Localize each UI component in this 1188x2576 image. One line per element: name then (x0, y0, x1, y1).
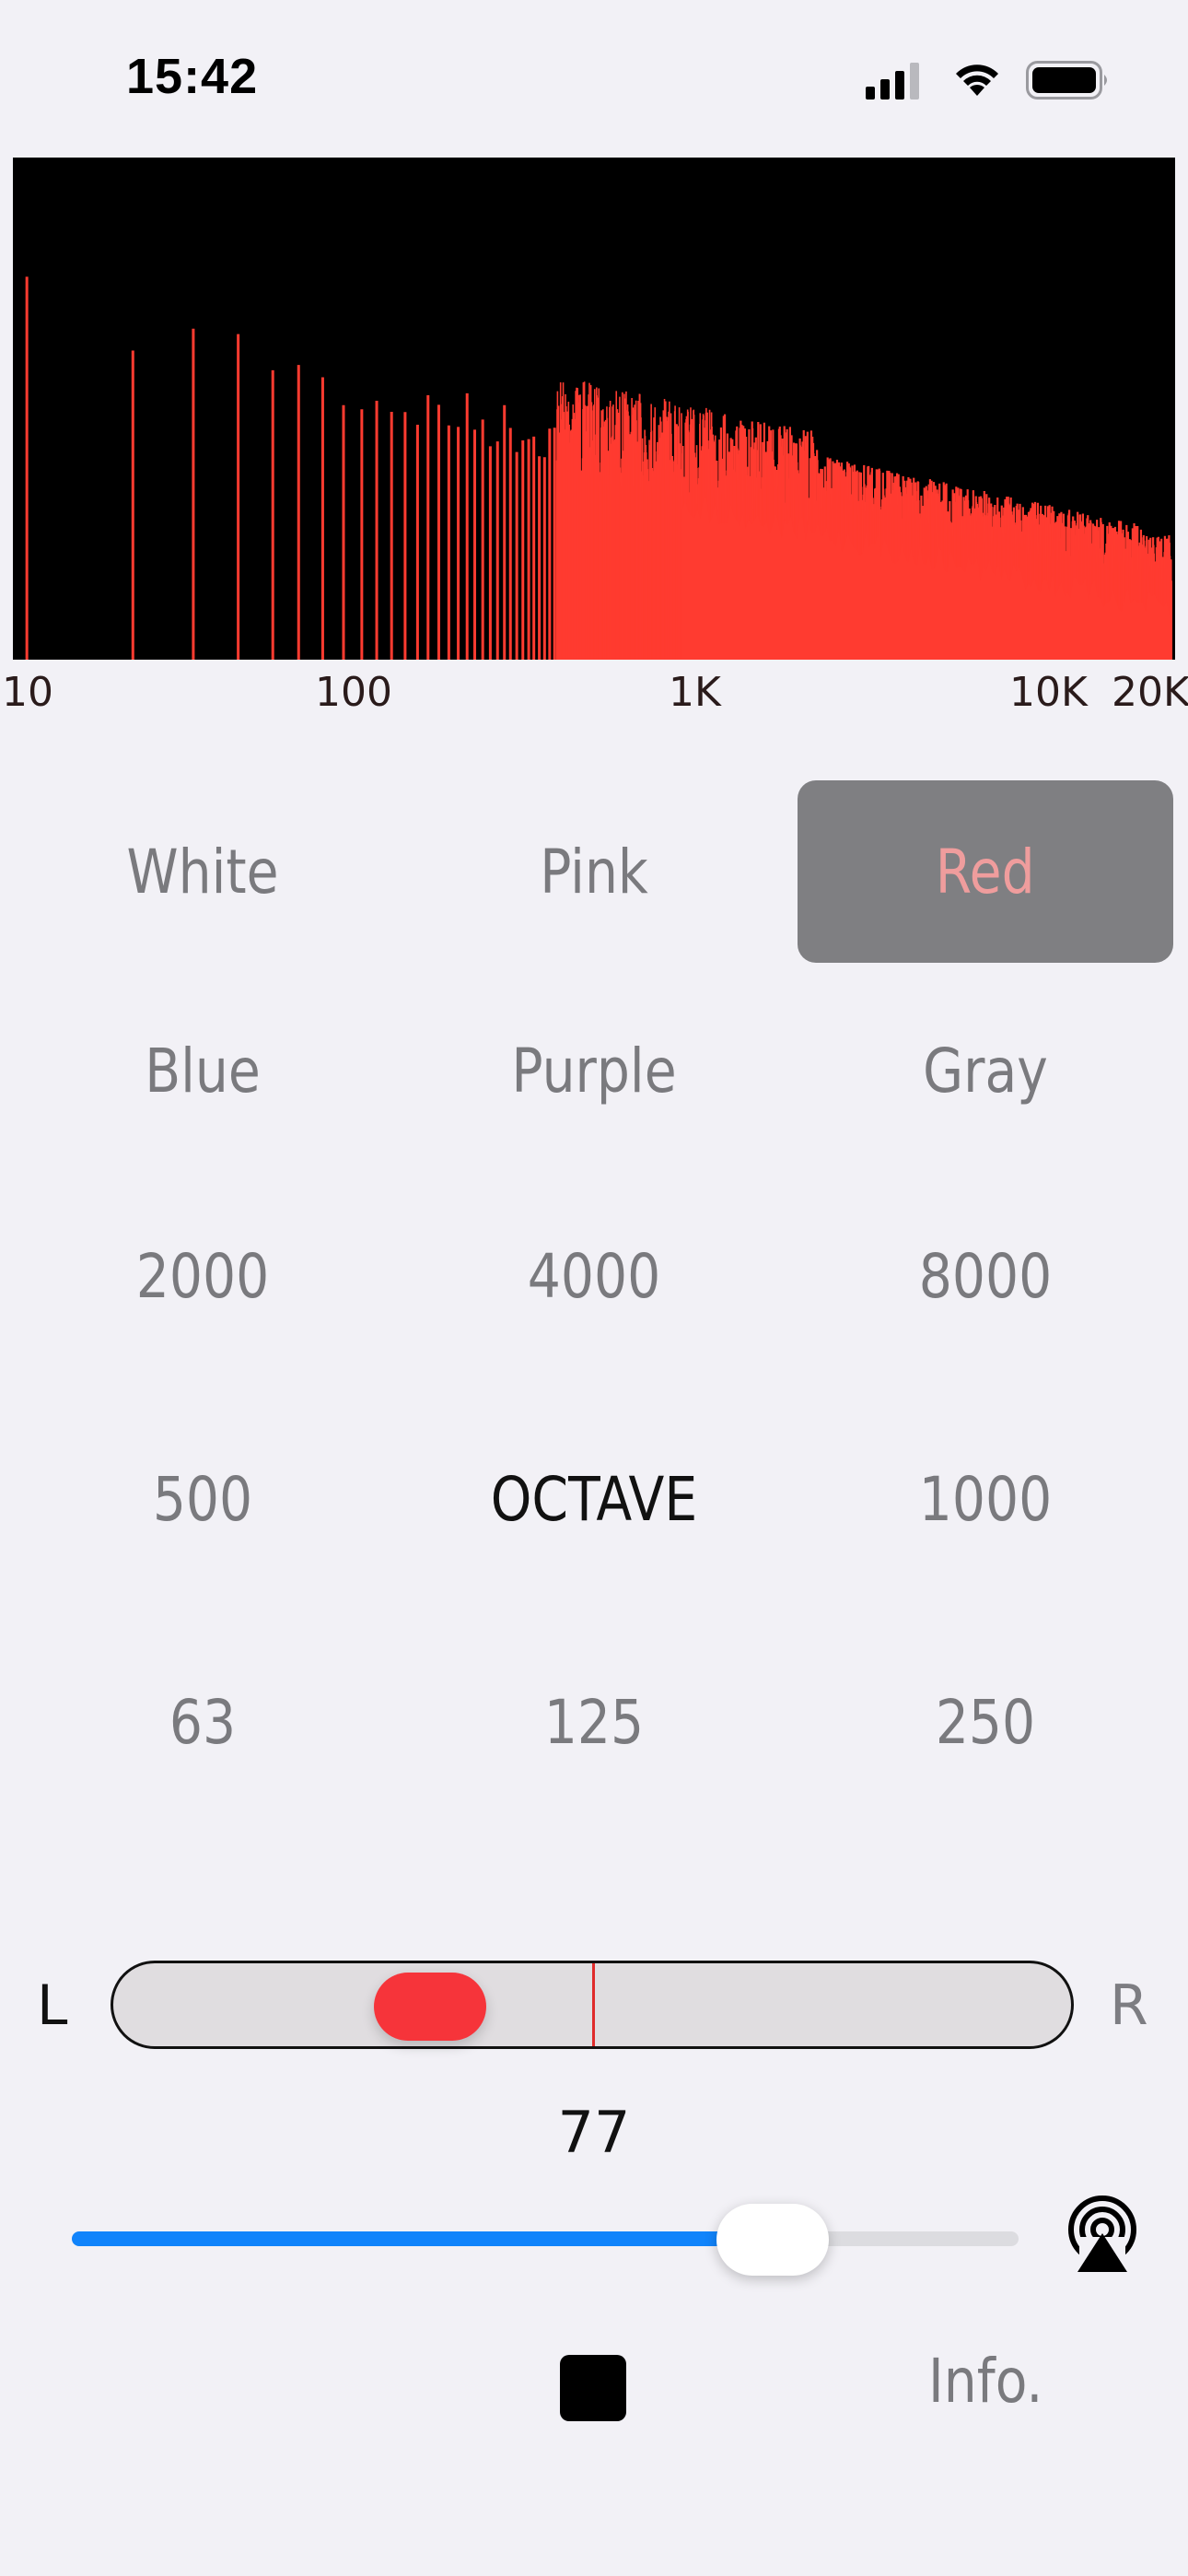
band-8000-button[interactable]: 8000 (824, 1185, 1147, 1367)
band-2000-button[interactable]: 2000 (41, 1185, 365, 1367)
noise-pink-button[interactable]: Pink (433, 780, 756, 963)
band-500-button[interactable]: 500 (41, 1408, 365, 1590)
noise-red-label: Red (936, 836, 1035, 907)
band-1000-button[interactable]: 1000 (824, 1408, 1147, 1590)
balance-right-label: R (1110, 1973, 1148, 2038)
wifi-icon (956, 64, 998, 96)
noise-purple-button[interactable]: Purple (433, 979, 756, 1162)
band-250-button[interactable]: 250 (824, 1631, 1147, 1813)
band-4000-button[interactable]: 4000 (433, 1185, 756, 1367)
cellular-signal-icon (866, 63, 919, 100)
noise-white-button[interactable]: White (41, 780, 365, 963)
noise-gray-button[interactable]: Gray (824, 979, 1147, 1162)
volume-slider[interactable] (72, 2231, 1019, 2246)
band-63-button[interactable]: 63 (41, 1631, 365, 1813)
frequency-axis: 10 100 1K 10K 20K (0, 660, 1188, 724)
airplay-icon[interactable] (1061, 2193, 1144, 2276)
freq-label-10: 10 (2, 669, 53, 716)
freq-label-100: 100 (315, 669, 392, 716)
freq-label-1k: 1K (669, 669, 721, 716)
band-125-button[interactable]: 125 (433, 1631, 756, 1813)
freq-label-20k: 20K (1112, 669, 1188, 716)
volume-thumb[interactable] (716, 2204, 829, 2276)
stop-button[interactable] (560, 2355, 626, 2421)
spectrum-plot (25, 276, 1172, 660)
octave-button[interactable]: OCTAVE (433, 1408, 756, 1590)
status-bar: 15:42 (0, 0, 1188, 157)
spectrum-bars (25, 276, 1172, 660)
spectrum-analyzer (13, 158, 1175, 660)
battery-icon (1026, 61, 1107, 100)
volume-fill (72, 2231, 773, 2246)
volume-value: 77 (557, 2099, 631, 2166)
freq-label-10k: 10K (1009, 669, 1088, 716)
balance-thumb[interactable] (374, 1973, 487, 2041)
balance-slider[interactable] (111, 1961, 1074, 2049)
balance-left-label: L (37, 1973, 68, 2038)
noise-blue-button[interactable]: Blue (41, 979, 365, 1162)
noise-red-button[interactable]: Red (798, 780, 1173, 963)
info-button[interactable]: Info. (928, 2346, 1042, 2417)
balance-center-mark (592, 1963, 595, 2046)
status-time: 15:42 (126, 49, 259, 104)
